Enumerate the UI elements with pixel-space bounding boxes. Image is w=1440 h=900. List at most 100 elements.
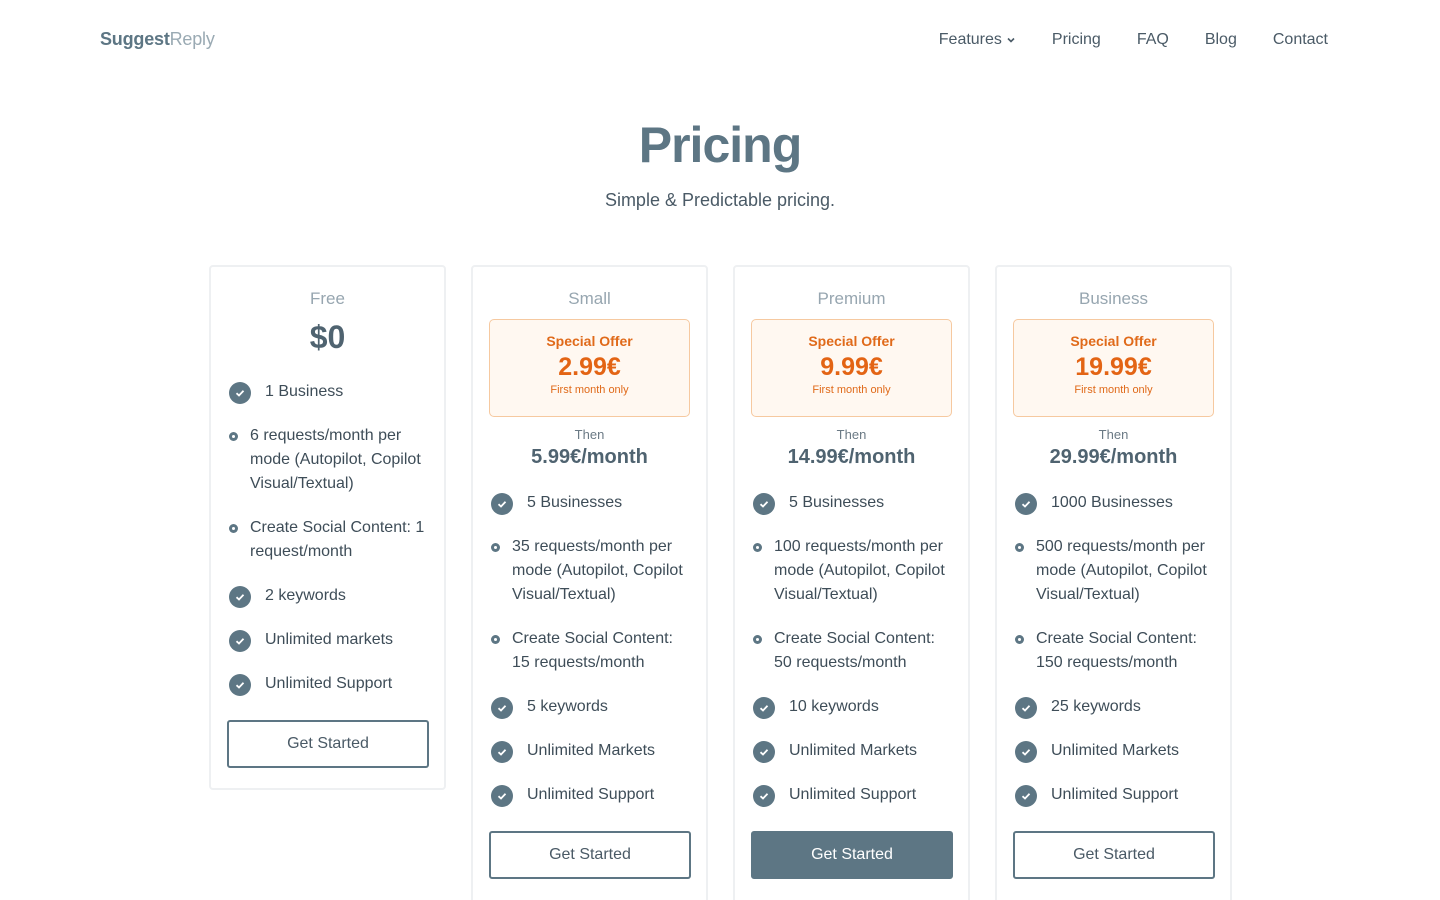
feature-item: 1 Business bbox=[227, 380, 428, 404]
then-price: 5.99€/month bbox=[531, 446, 648, 468]
plan-name: Premium bbox=[817, 289, 886, 308]
plan-card-free: Free $0 1 Business 6 requests/month per … bbox=[209, 265, 446, 790]
feature-text: Unlimited Markets bbox=[789, 742, 918, 759]
feature-list: 1 Business 6 requests/month per mode (Au… bbox=[227, 380, 428, 696]
bullet-dot-icon bbox=[753, 635, 762, 644]
feature-text: 1 Business bbox=[265, 383, 344, 400]
nav-features[interactable]: Features bbox=[939, 30, 1016, 50]
feature-text: Unlimited Support bbox=[265, 675, 393, 692]
feature-list: 1000 Businesses 500 requests/month per m… bbox=[1013, 491, 1214, 807]
page-subtitle: Simple & Predictable pricing. bbox=[604, 190, 836, 210]
check-circle-icon bbox=[491, 785, 513, 807]
nav-pricing[interactable]: Pricing bbox=[1052, 30, 1101, 50]
check-circle-icon bbox=[229, 382, 251, 404]
then-label: Then bbox=[836, 427, 867, 442]
feature-text: Create Social Content: 150 requests/mont… bbox=[1036, 630, 1197, 671]
feature-item: 10 keywords bbox=[751, 695, 952, 719]
feature-item: Unlimited Markets bbox=[1013, 739, 1214, 763]
plan-name: Business bbox=[1079, 289, 1148, 308]
feature-item: Create Social Content: 1 request/month bbox=[227, 516, 428, 564]
site-header: SuggestReply Features Pricing FAQ Blog C… bbox=[0, 0, 1440, 80]
feature-text: Unlimited Support bbox=[1051, 786, 1179, 803]
plan-card-business: Business Special Offer 19.99€ First mont… bbox=[995, 265, 1232, 900]
feature-text: Unlimited Support bbox=[789, 786, 917, 803]
offer-label: Special Offer bbox=[1070, 333, 1157, 349]
feature-text: Create Social Content: 50 requests/month bbox=[774, 630, 935, 671]
get-started-button[interactable]: Get Started bbox=[751, 831, 953, 879]
feature-item: 35 requests/month per mode (Autopilot, C… bbox=[489, 535, 690, 607]
feature-text: 10 keywords bbox=[789, 698, 879, 715]
feature-item: 6 requests/month per mode (Autopilot, Co… bbox=[227, 424, 428, 496]
chevron-down-icon bbox=[1007, 37, 1015, 43]
feature-text: Unlimited Markets bbox=[527, 742, 656, 759]
bullet-dot-icon bbox=[491, 543, 500, 552]
feature-item: Unlimited Markets bbox=[751, 739, 952, 763]
check-circle-icon bbox=[491, 697, 513, 719]
check-circle-icon bbox=[491, 741, 513, 763]
feature-text: 2 keywords bbox=[265, 587, 346, 604]
check-circle-icon bbox=[491, 493, 513, 515]
offer-label: Special Offer bbox=[546, 333, 633, 349]
feature-text: 5 Businesses bbox=[789, 494, 885, 511]
get-started-button[interactable]: Get Started bbox=[227, 720, 429, 768]
then-price: 14.99€/month bbox=[787, 446, 916, 468]
feature-text: Unlimited Markets bbox=[1051, 742, 1180, 759]
feature-list: 5 Businesses 100 requests/month per mode… bbox=[751, 491, 952, 807]
then-price: 29.99€/month bbox=[1049, 446, 1178, 468]
get-started-button[interactable]: Get Started bbox=[489, 831, 691, 879]
feature-item: Unlimited Support bbox=[751, 783, 952, 807]
nav-contact[interactable]: Contact bbox=[1273, 30, 1328, 50]
plan-name: Small bbox=[568, 289, 611, 308]
check-circle-icon bbox=[229, 630, 251, 652]
feature-text: Unlimited markets bbox=[265, 631, 394, 648]
bullet-dot-icon bbox=[229, 524, 238, 533]
feature-text: 5 keywords bbox=[527, 698, 608, 715]
logo[interactable]: SuggestReply bbox=[100, 29, 215, 50]
plan-card-small: Small Special Offer 2.99€ First month on… bbox=[471, 265, 708, 900]
feature-item: 5 keywords bbox=[489, 695, 690, 719]
offer-note: First month only bbox=[1074, 384, 1153, 396]
bullet-dot-icon bbox=[753, 543, 762, 552]
feature-text: 6 requests/month per mode (Autopilot, Co… bbox=[250, 427, 421, 492]
bullet-dot-icon bbox=[491, 635, 500, 644]
feature-text: Create Social Content: 15 requests/month bbox=[512, 630, 673, 671]
feature-text: Create Social Content: 1 request/month bbox=[250, 519, 425, 560]
feature-item: 5 Businesses bbox=[489, 491, 690, 515]
feature-text: 1000 Businesses bbox=[1051, 494, 1173, 511]
feature-item: Create Social Content: 50 requests/month bbox=[751, 627, 952, 675]
offer-note: First month only bbox=[812, 384, 891, 396]
feature-text: 25 keywords bbox=[1051, 698, 1141, 715]
feature-item: 5 Businesses bbox=[751, 491, 952, 515]
bullet-dot-icon bbox=[229, 432, 238, 441]
check-circle-icon bbox=[753, 697, 775, 719]
feature-item: Unlimited Support bbox=[1013, 783, 1214, 807]
nav-features-label: Features bbox=[938, 31, 1002, 48]
nav-faq[interactable]: FAQ bbox=[1137, 30, 1169, 50]
feature-text: 100 requests/month per mode (Autopilot, … bbox=[774, 538, 945, 603]
check-circle-icon bbox=[753, 785, 775, 807]
feature-item: 500 requests/month per mode (Autopilot, … bbox=[1013, 535, 1214, 607]
feature-item: 2 keywords bbox=[227, 584, 428, 608]
feature-item: Unlimited Markets bbox=[489, 739, 690, 763]
special-offer-box: Special Offer 9.99€ First month only bbox=[751, 319, 952, 417]
offer-label: Special Offer bbox=[808, 333, 895, 349]
nav-blog[interactable]: Blog bbox=[1205, 30, 1237, 50]
feature-text: 500 requests/month per mode (Autopilot, … bbox=[1036, 538, 1207, 603]
check-circle-icon bbox=[229, 674, 251, 696]
offer-price: 9.99€ bbox=[820, 353, 883, 381]
check-circle-icon bbox=[1015, 741, 1037, 763]
bullet-dot-icon bbox=[1015, 543, 1024, 552]
special-offer-box: Special Offer 19.99€ First month only bbox=[1013, 319, 1214, 417]
feature-item: Create Social Content: 15 requests/month bbox=[489, 627, 690, 675]
main-nav: Features Pricing FAQ Blog Contact bbox=[939, 30, 1328, 50]
check-circle-icon bbox=[1015, 493, 1037, 515]
get-started-button[interactable]: Get Started bbox=[1013, 831, 1215, 879]
offer-price: 2.99€ bbox=[558, 353, 621, 381]
feature-item: 1000 Businesses bbox=[1013, 491, 1214, 515]
feature-item: Unlimited markets bbox=[227, 628, 428, 652]
plan-card-premium: Premium Special Offer 9.99€ First month … bbox=[733, 265, 970, 900]
page-title: Pricing bbox=[638, 117, 802, 173]
special-offer-box: Special Offer 2.99€ First month only bbox=[489, 319, 690, 417]
plan-name: Free bbox=[310, 289, 345, 308]
check-circle-icon bbox=[1015, 785, 1037, 807]
